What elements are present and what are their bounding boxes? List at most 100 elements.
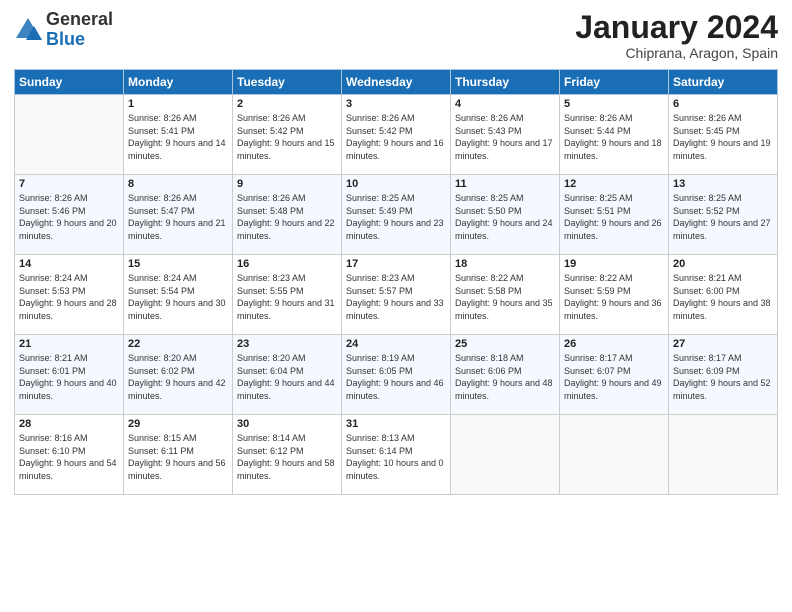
logo-general: General: [46, 9, 113, 29]
day-info: Sunrise: 8:26 AM Sunset: 5:46 PM Dayligh…: [19, 192, 119, 242]
day-number: 13: [673, 178, 773, 190]
day-number: 5: [564, 98, 664, 110]
day-number: 10: [346, 178, 446, 190]
day-number: 6: [673, 98, 773, 110]
cell-4-4: 24 Sunrise: 8:19 AM Sunset: 6:05 PM Dayl…: [342, 335, 451, 415]
cell-5-5: [451, 415, 560, 495]
day-number: 22: [128, 338, 228, 350]
day-number: 17: [346, 258, 446, 270]
logo-text: General Blue: [46, 10, 113, 50]
cell-3-3: 16 Sunrise: 8:23 AM Sunset: 5:55 PM Dayl…: [233, 255, 342, 335]
day-info: Sunrise: 8:25 AM Sunset: 5:50 PM Dayligh…: [455, 192, 555, 242]
cell-5-3: 30 Sunrise: 8:14 AM Sunset: 6:12 PM Dayl…: [233, 415, 342, 495]
day-number: 15: [128, 258, 228, 270]
day-info: Sunrise: 8:24 AM Sunset: 5:53 PM Dayligh…: [19, 272, 119, 322]
day-info: Sunrise: 8:25 AM Sunset: 5:52 PM Dayligh…: [673, 192, 773, 242]
day-info: Sunrise: 8:24 AM Sunset: 5:54 PM Dayligh…: [128, 272, 228, 322]
cell-1-2: 1 Sunrise: 8:26 AM Sunset: 5:41 PM Dayli…: [124, 95, 233, 175]
cell-1-6: 5 Sunrise: 8:26 AM Sunset: 5:44 PM Dayli…: [560, 95, 669, 175]
day-info: Sunrise: 8:22 AM Sunset: 5:58 PM Dayligh…: [455, 272, 555, 322]
day-info: Sunrise: 8:23 AM Sunset: 5:55 PM Dayligh…: [237, 272, 337, 322]
day-number: 7: [19, 178, 119, 190]
day-info: Sunrise: 8:26 AM Sunset: 5:45 PM Dayligh…: [673, 112, 773, 162]
day-info: Sunrise: 8:26 AM Sunset: 5:43 PM Dayligh…: [455, 112, 555, 162]
day-info: Sunrise: 8:26 AM Sunset: 5:42 PM Dayligh…: [346, 112, 446, 162]
col-sunday: Sunday: [15, 70, 124, 95]
day-info: Sunrise: 8:20 AM Sunset: 6:02 PM Dayligh…: [128, 352, 228, 402]
day-info: Sunrise: 8:26 AM Sunset: 5:42 PM Dayligh…: [237, 112, 337, 162]
cell-1-4: 3 Sunrise: 8:26 AM Sunset: 5:42 PM Dayli…: [342, 95, 451, 175]
day-info: Sunrise: 8:22 AM Sunset: 5:59 PM Dayligh…: [564, 272, 664, 322]
col-tuesday: Tuesday: [233, 70, 342, 95]
day-info: Sunrise: 8:25 AM Sunset: 5:51 PM Dayligh…: [564, 192, 664, 242]
logo-icon: [14, 16, 42, 44]
cell-4-5: 25 Sunrise: 8:18 AM Sunset: 6:06 PM Dayl…: [451, 335, 560, 415]
day-number: 8: [128, 178, 228, 190]
cell-1-1: [15, 95, 124, 175]
day-info: Sunrise: 8:26 AM Sunset: 5:48 PM Dayligh…: [237, 192, 337, 242]
week-row-1: 1 Sunrise: 8:26 AM Sunset: 5:41 PM Dayli…: [15, 95, 778, 175]
day-number: 2: [237, 98, 337, 110]
cell-4-3: 23 Sunrise: 8:20 AM Sunset: 6:04 PM Dayl…: [233, 335, 342, 415]
day-info: Sunrise: 8:19 AM Sunset: 6:05 PM Dayligh…: [346, 352, 446, 402]
day-info: Sunrise: 8:13 AM Sunset: 6:14 PM Dayligh…: [346, 432, 446, 482]
cell-4-6: 26 Sunrise: 8:17 AM Sunset: 6:07 PM Dayl…: [560, 335, 669, 415]
day-number: 28: [19, 418, 119, 430]
day-number: 1: [128, 98, 228, 110]
cell-2-4: 10 Sunrise: 8:25 AM Sunset: 5:49 PM Dayl…: [342, 175, 451, 255]
day-number: 29: [128, 418, 228, 430]
day-number: 21: [19, 338, 119, 350]
col-friday: Friday: [560, 70, 669, 95]
week-row-4: 21 Sunrise: 8:21 AM Sunset: 6:01 PM Dayl…: [15, 335, 778, 415]
day-number: 25: [455, 338, 555, 350]
day-number: 20: [673, 258, 773, 270]
cell-5-7: [669, 415, 778, 495]
cell-3-7: 20 Sunrise: 8:21 AM Sunset: 6:00 PM Dayl…: [669, 255, 778, 335]
cell-2-2: 8 Sunrise: 8:26 AM Sunset: 5:47 PM Dayli…: [124, 175, 233, 255]
day-info: Sunrise: 8:17 AM Sunset: 6:09 PM Dayligh…: [673, 352, 773, 402]
cell-4-2: 22 Sunrise: 8:20 AM Sunset: 6:02 PM Dayl…: [124, 335, 233, 415]
cell-3-2: 15 Sunrise: 8:24 AM Sunset: 5:54 PM Dayl…: [124, 255, 233, 335]
month-title: January 2024: [575, 10, 778, 45]
day-info: Sunrise: 8:21 AM Sunset: 6:01 PM Dayligh…: [19, 352, 119, 402]
cell-2-6: 12 Sunrise: 8:25 AM Sunset: 5:51 PM Dayl…: [560, 175, 669, 255]
cell-5-1: 28 Sunrise: 8:16 AM Sunset: 6:10 PM Dayl…: [15, 415, 124, 495]
day-info: Sunrise: 8:21 AM Sunset: 6:00 PM Dayligh…: [673, 272, 773, 322]
day-number: 9: [237, 178, 337, 190]
week-row-2: 7 Sunrise: 8:26 AM Sunset: 5:46 PM Dayli…: [15, 175, 778, 255]
cell-4-7: 27 Sunrise: 8:17 AM Sunset: 6:09 PM Dayl…: [669, 335, 778, 415]
cell-2-1: 7 Sunrise: 8:26 AM Sunset: 5:46 PM Dayli…: [15, 175, 124, 255]
day-info: Sunrise: 8:26 AM Sunset: 5:41 PM Dayligh…: [128, 112, 228, 162]
day-number: 4: [455, 98, 555, 110]
cell-3-4: 17 Sunrise: 8:23 AM Sunset: 5:57 PM Dayl…: [342, 255, 451, 335]
day-info: Sunrise: 8:14 AM Sunset: 6:12 PM Dayligh…: [237, 432, 337, 482]
week-row-5: 28 Sunrise: 8:16 AM Sunset: 6:10 PM Dayl…: [15, 415, 778, 495]
location-subtitle: Chiprana, Aragon, Spain: [575, 45, 778, 61]
cell-1-7: 6 Sunrise: 8:26 AM Sunset: 5:45 PM Dayli…: [669, 95, 778, 175]
cell-2-3: 9 Sunrise: 8:26 AM Sunset: 5:48 PM Dayli…: [233, 175, 342, 255]
cell-3-1: 14 Sunrise: 8:24 AM Sunset: 5:53 PM Dayl…: [15, 255, 124, 335]
title-block: January 2024 Chiprana, Aragon, Spain: [575, 10, 778, 61]
cell-1-3: 2 Sunrise: 8:26 AM Sunset: 5:42 PM Dayli…: [233, 95, 342, 175]
day-number: 27: [673, 338, 773, 350]
day-info: Sunrise: 8:26 AM Sunset: 5:44 PM Dayligh…: [564, 112, 664, 162]
logo-blue: Blue: [46, 29, 85, 49]
day-info: Sunrise: 8:16 AM Sunset: 6:10 PM Dayligh…: [19, 432, 119, 482]
col-wednesday: Wednesday: [342, 70, 451, 95]
calendar-page: General Blue January 2024 Chiprana, Arag…: [0, 0, 792, 612]
day-number: 26: [564, 338, 664, 350]
cell-4-1: 21 Sunrise: 8:21 AM Sunset: 6:01 PM Dayl…: [15, 335, 124, 415]
day-number: 24: [346, 338, 446, 350]
logo: General Blue: [14, 10, 113, 50]
cell-3-6: 19 Sunrise: 8:22 AM Sunset: 5:59 PM Dayl…: [560, 255, 669, 335]
day-number: 23: [237, 338, 337, 350]
col-monday: Monday: [124, 70, 233, 95]
cell-5-6: [560, 415, 669, 495]
cell-2-5: 11 Sunrise: 8:25 AM Sunset: 5:50 PM Dayl…: [451, 175, 560, 255]
header: General Blue January 2024 Chiprana, Arag…: [14, 10, 778, 61]
day-info: Sunrise: 8:18 AM Sunset: 6:06 PM Dayligh…: [455, 352, 555, 402]
day-number: 30: [237, 418, 337, 430]
cell-5-4: 31 Sunrise: 8:13 AM Sunset: 6:14 PM Dayl…: [342, 415, 451, 495]
day-number: 14: [19, 258, 119, 270]
day-number: 16: [237, 258, 337, 270]
